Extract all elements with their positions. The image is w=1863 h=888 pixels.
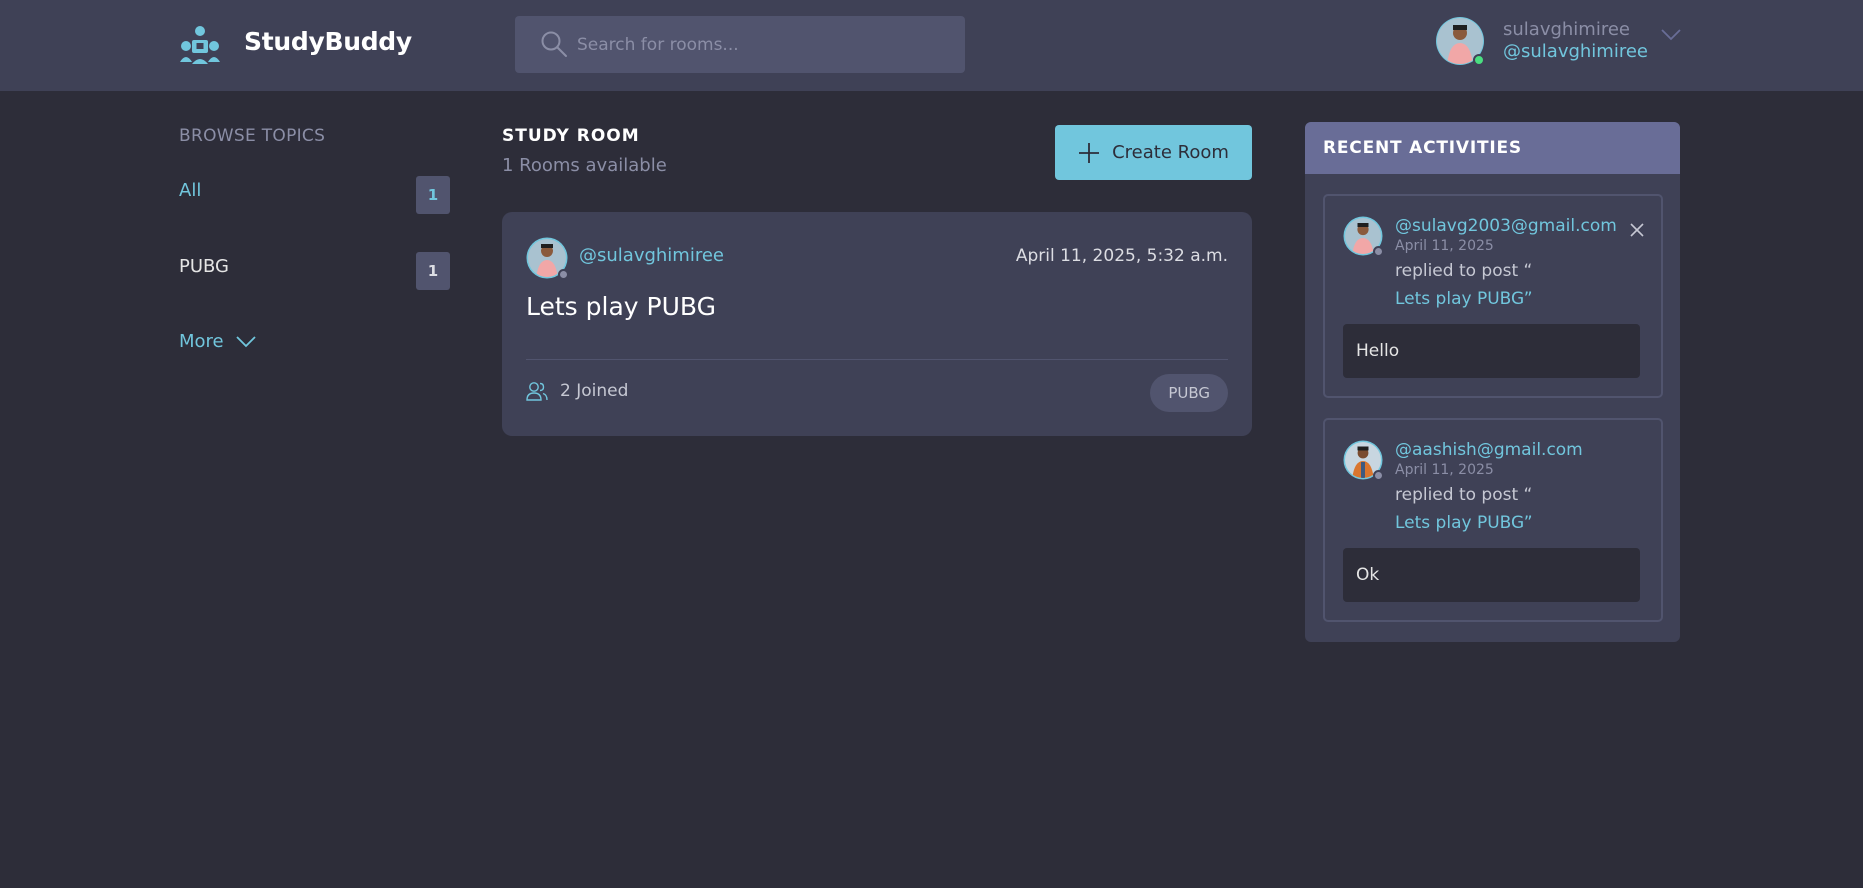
more-label: More	[179, 331, 224, 352]
joined-count: 2 Joined	[560, 381, 629, 401]
more-topics-button[interactable]: More	[179, 331, 256, 352]
activity-avatar[interactable]	[1343, 216, 1384, 257]
users-icon	[526, 382, 548, 401]
activity-action: replied to post “	[1395, 485, 1533, 505]
brand-name[interactable]: StudyBuddy	[244, 27, 412, 56]
room-host-link[interactable]: @sulavghimiree	[579, 245, 724, 266]
online-status-dot	[1473, 54, 1485, 66]
room-participants: 2 Joined	[526, 381, 628, 401]
divider	[526, 359, 1228, 360]
activity-user-link[interactable]: @aashish@gmail.com	[1395, 440, 1583, 460]
recent-activities-title: RECENT ACTIVITIES	[1305, 122, 1680, 174]
top-navbar: StudyBuddy sulavghimiree @sulavghimiree	[0, 0, 1863, 91]
topic-all[interactable]: All	[179, 180, 201, 201]
offline-status-dot	[558, 269, 569, 280]
chevron-down-icon[interactable]	[1660, 28, 1682, 42]
room-topic-tag[interactable]: PUBG	[1150, 374, 1228, 412]
create-room-button[interactable]: Create Room	[1055, 125, 1252, 180]
search-input[interactable]	[577, 16, 947, 73]
activity-item: @sulavg2003@gmail.com April 11, 2025 rep…	[1323, 194, 1663, 398]
rooms-available-count: 1 Rooms available	[502, 155, 667, 176]
room-host-avatar[interactable]	[526, 237, 569, 280]
activity-date: April 11, 2025	[1395, 462, 1494, 478]
user-name[interactable]: sulavghimiree	[1503, 19, 1630, 40]
activity-avatar[interactable]	[1343, 440, 1384, 481]
room-title[interactable]: Lets play PUBG	[526, 292, 716, 321]
recent-activities-panel: RECENT ACTIVITIES @sulavg2003@gmail.com …	[1305, 122, 1680, 642]
studybuddy-logo-icon[interactable]	[178, 24, 222, 66]
offline-status-dot	[1373, 246, 1384, 257]
close-icon[interactable]	[1629, 222, 1645, 238]
topic-pubg-count: 1	[416, 252, 450, 290]
activity-item: @aashish@gmail.com April 11, 2025 replie…	[1323, 418, 1663, 622]
topic-pubg[interactable]: PUBG	[179, 256, 229, 277]
search-box[interactable]	[515, 16, 965, 73]
activity-user-link[interactable]: @sulavg2003@gmail.com	[1395, 216, 1617, 236]
activity-post-link[interactable]: Lets play PUBG”	[1395, 289, 1533, 309]
offline-status-dot	[1373, 470, 1384, 481]
topic-all-count: 1	[416, 176, 450, 214]
room-card: @sulavghimiree April 11, 2025, 5:32 a.m.…	[502, 212, 1252, 436]
browse-topics-title: BROWSE TOPICS	[179, 126, 326, 146]
activity-message: Ok	[1343, 548, 1640, 602]
activity-message: Hello	[1343, 324, 1640, 378]
chevron-down-icon	[235, 335, 256, 347]
user-handle[interactable]: @sulavghimiree	[1503, 41, 1648, 62]
search-icon	[541, 31, 567, 57]
user-avatar[interactable]	[1435, 16, 1485, 66]
create-room-label: Create Room	[1112, 142, 1229, 163]
activity-date: April 11, 2025	[1395, 238, 1494, 254]
activity-action: replied to post “	[1395, 261, 1533, 281]
room-date: April 11, 2025, 5:32 a.m.	[1015, 246, 1228, 266]
activity-post-link[interactable]: Lets play PUBG”	[1395, 513, 1533, 533]
study-room-heading: STUDY ROOM	[502, 126, 640, 146]
plus-icon	[1079, 142, 1100, 163]
